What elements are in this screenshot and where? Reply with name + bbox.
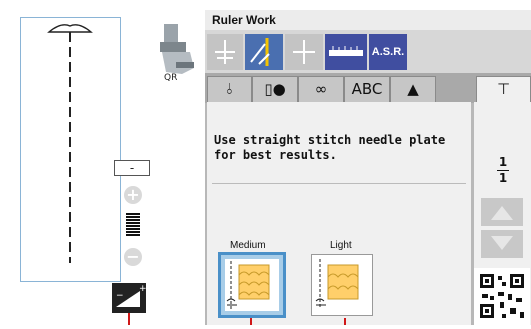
tab-quilt[interactable]: ▲ <box>390 76 436 103</box>
option-light-button[interactable] <box>311 254 373 316</box>
scale-fill-icon <box>225 259 279 311</box>
instruction-message: Use straight stitch needle plate for bes… <box>214 133 446 162</box>
ruler-gauge-button[interactable] <box>325 34 367 70</box>
tab-buttonhole[interactable]: ▯● <box>252 76 298 103</box>
svg-text:−: − <box>116 291 124 301</box>
option-medium-button[interactable] <box>218 252 286 318</box>
stitch-density-icon <box>126 213 140 237</box>
page-title: Ruler Work <box>212 13 276 27</box>
qr-code-icon <box>478 272 526 320</box>
scroll-down-button[interactable] <box>481 230 523 258</box>
scroll-up-button[interactable] <box>481 198 523 226</box>
tab-utility[interactable]: ⫰ <box>207 76 252 103</box>
svg-text:+: + <box>139 284 146 294</box>
crosshair-icon <box>293 40 315 64</box>
option-medium-label: Medium <box>230 240 266 251</box>
down-arrow-icon <box>491 236 513 250</box>
foot-code-label: QR <box>164 73 178 83</box>
needle-position-button[interactable] <box>207 34 243 70</box>
ruler-gauge-icon <box>329 46 363 56</box>
option-light-label: Light <box>330 240 352 251</box>
density-decrease-button[interactable]: − <box>124 248 142 266</box>
density-increase-button[interactable]: + <box>124 186 142 204</box>
thread-tension-button[interactable]: + − <box>112 283 147 313</box>
tab-garment[interactable]: ⊤ <box>476 76 531 103</box>
width-minus-button[interactable]: - <box>114 160 150 176</box>
page-indicator: 1 1 <box>497 156 509 185</box>
ruler-stitch-icon <box>250 38 270 66</box>
stitch-preview <box>20 17 121 282</box>
crosshair-button[interactable] <box>285 34 323 70</box>
tension-icon: + − <box>116 284 147 307</box>
tab-decorative[interactable]: ∞ <box>298 76 344 103</box>
page-current: 1 <box>498 155 508 169</box>
page-total: 1 <box>498 171 508 185</box>
asr-button[interactable]: A.S.R. <box>369 34 407 70</box>
divider <box>212 183 466 184</box>
ruler-mode-button[interactable] <box>245 34 283 70</box>
qr-code-button[interactable] <box>474 268 530 325</box>
stitch-line-icon <box>47 24 93 263</box>
up-arrow-icon <box>491 206 513 220</box>
red-marker <box>250 318 252 325</box>
scale-fill-light-icon <box>315 259 359 309</box>
red-marker <box>344 318 346 325</box>
red-marker <box>128 313 130 325</box>
needle-position-icon <box>215 40 235 64</box>
tab-letters[interactable]: ABC <box>344 76 390 103</box>
